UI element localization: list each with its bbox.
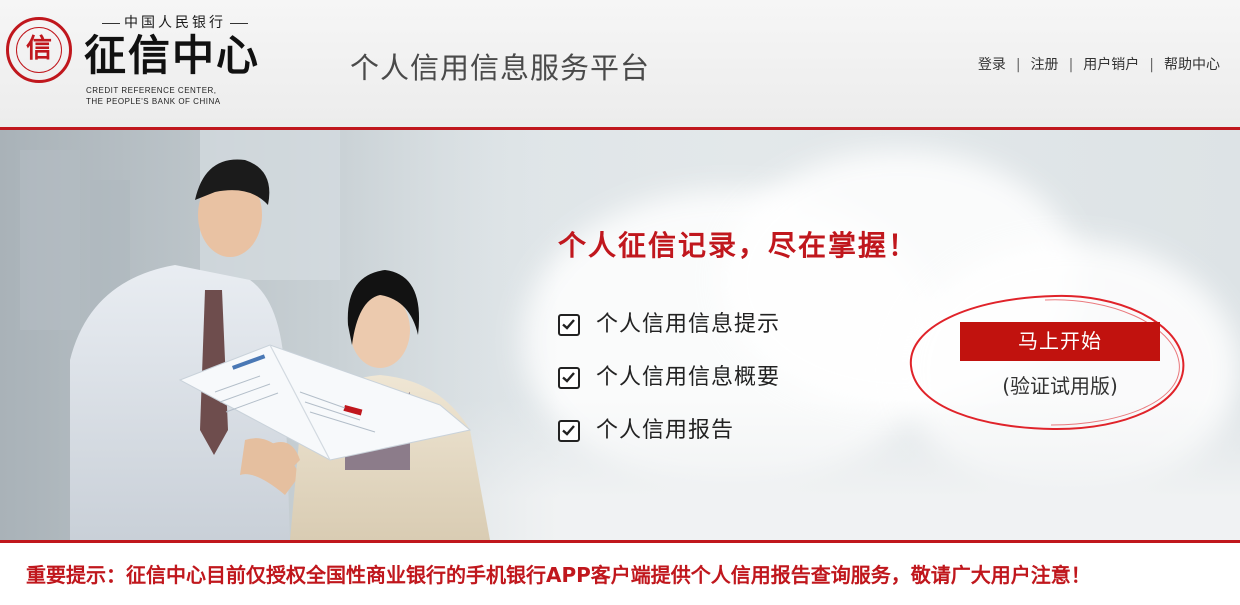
login-link[interactable]: 登录 (978, 55, 1006, 75)
hero-banner: 个人征信记录，尽在掌握！ 个人信用信息提示 个人信用信息概要 个人信用报告 马上… (0, 130, 1240, 540)
highlight-circle (909, 294, 1185, 431)
checkbox-checked-icon (558, 419, 580, 442)
office-window (20, 150, 80, 330)
nav-separator: | (1068, 57, 1074, 73)
start-button[interactable]: 马上开始 (960, 322, 1160, 361)
logo-english-line-2: THE PEOPLE'S BANK OF CHINA (86, 97, 221, 106)
logo-english-name: CREDIT REFERENCE CENTER, THE PEOPLE'S BA… (86, 85, 221, 107)
logo-english-line-1: CREDIT REFERENCE CENTER, (86, 86, 217, 95)
help-center-link[interactable]: 帮助中心 (1164, 55, 1220, 75)
notice-bar: 重要提示：征信中心目前仅授权全国性商业银行的手机银行APP客户端提供个人信用报告… (0, 543, 1240, 605)
feature-label: 个人信用报告 (596, 417, 735, 443)
hero-photo (0, 130, 560, 540)
cancel-account-link[interactable]: 用户销户 (1083, 55, 1139, 75)
feature-list: 个人信用信息提示 个人信用信息概要 个人信用报告 (558, 298, 780, 457)
site-header: 信 中国人民银行 征信中心 CREDIT REFERENCE CENTER, T… (0, 0, 1240, 127)
logo-dash-left (102, 22, 120, 24)
trial-version-note: (验证试用版) (1002, 374, 1118, 398)
feature-item: 个人信用报告 (558, 404, 780, 457)
nav-separator: | (1015, 57, 1021, 73)
seal-glyph: 信 (25, 34, 52, 64)
feature-item: 个人信用信息概要 (558, 351, 780, 404)
feature-label: 个人信用信息提示 (596, 311, 781, 337)
logo-bank-name-text: 中国人民银行 (124, 15, 226, 31)
checkbox-checked-icon (558, 313, 580, 336)
feature-label: 个人信用信息概要 (596, 364, 781, 390)
logo-dash-right (230, 22, 248, 24)
important-notice: 重要提示：征信中心目前仅授权全国性商业银行的手机银行APP客户端提供个人信用报告… (26, 563, 1091, 587)
feature-item: 个人信用信息提示 (558, 298, 780, 351)
register-link[interactable]: 注册 (1031, 55, 1059, 75)
banner-slogan: 个人征信记录，尽在掌握！ (558, 229, 919, 262)
seal-logo-icon[interactable]: 信 (6, 17, 72, 83)
platform-title: 个人信用信息服务平台 (350, 51, 651, 85)
nav-separator: | (1149, 57, 1154, 73)
top-navigation: 登录 | 注册 | 用户销户 | 帮助中心 (978, 55, 1220, 75)
logo-center-name[interactable]: 征信中心 (84, 30, 260, 82)
checkbox-checked-icon (558, 366, 580, 389)
